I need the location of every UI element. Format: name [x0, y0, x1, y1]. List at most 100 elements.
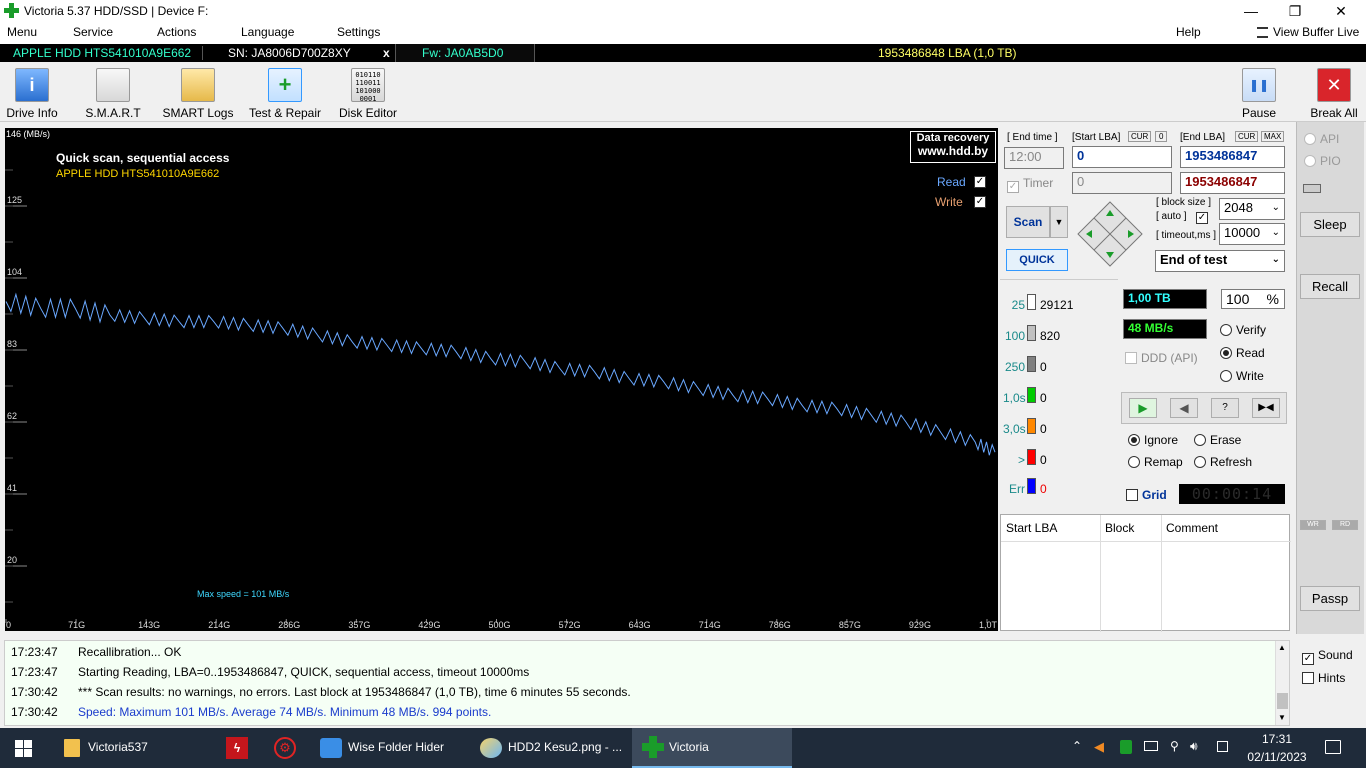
random-seek-icon[interactable]: ? [1211, 398, 1239, 418]
notifications-icon[interactable] [1325, 740, 1341, 754]
start-lba-field[interactable]: 0 [1072, 146, 1172, 168]
input-icon[interactable] [1217, 741, 1228, 752]
scroll-thumb[interactable] [1277, 693, 1288, 709]
menu-settings[interactable]: Settings [337, 25, 380, 39]
play-icon[interactable]: ▶ [1129, 398, 1157, 418]
volume-warning-icon[interactable]: ◀ [1094, 739, 1104, 755]
flash-app-icon[interactable]: ϟ [226, 737, 248, 759]
write-radio[interactable]: Write [1220, 369, 1264, 383]
latency-label: Err [1009, 482, 1025, 496]
log-time: 17:23:47 [11, 645, 58, 659]
timeout-label: [ timeout,ms ] [1156, 230, 1217, 241]
x-tick-label: 214G [208, 620, 230, 630]
refresh-radio[interactable]: Refresh [1194, 455, 1252, 469]
test-repair-button[interactable]: + Test & Repair [247, 68, 323, 120]
security-icon[interactable] [1120, 740, 1132, 754]
scroll-up-icon[interactable]: ▲ [1278, 643, 1286, 652]
scan-dropdown-icon[interactable]: ▼ [1050, 206, 1068, 238]
timer-field[interactable]: 0 [1072, 172, 1172, 194]
direction-pad[interactable] [1076, 200, 1144, 268]
minimize-button[interactable]: — [1228, 0, 1274, 22]
end-max-button[interactable]: MAX [1261, 131, 1285, 142]
remap-radio[interactable]: Remap [1128, 455, 1183, 469]
auto-checkbox[interactable]: ✓ [1196, 212, 1208, 224]
timeout-select[interactable]: 10000 ⌄ [1219, 223, 1285, 245]
menu-language[interactable]: Language [241, 25, 294, 39]
end-time-field[interactable]: 12:00 [1004, 147, 1064, 169]
scroll-down-icon[interactable]: ▼ [1278, 713, 1286, 722]
scan-button[interactable]: Scan [1006, 206, 1050, 238]
latency-count: 0 [1040, 453, 1047, 467]
end-lba-field-2[interactable]: 1953486847 [1180, 172, 1285, 194]
rewind-icon[interactable]: ◀ [1170, 398, 1198, 418]
grid-checkbox[interactable]: Grid [1126, 488, 1167, 502]
close-button[interactable]: ✕ [1318, 0, 1364, 22]
event-log[interactable]: 17:23:47 Recallibration... OK 17:23:47 Star… [4, 640, 1290, 726]
log-message: Starting Reading, LBA=0..1953486847, QUI… [78, 665, 530, 679]
list-icon [1257, 27, 1268, 38]
passp-button[interactable]: Passp [1300, 586, 1360, 611]
menu-menu[interactable]: Menu [7, 25, 37, 39]
erase-radio[interactable]: Erase [1194, 433, 1241, 447]
api-radio[interactable]: API [1304, 132, 1339, 146]
menu-help[interactable]: Help [1176, 25, 1201, 39]
drive-info-button[interactable]: i Drive Info [4, 68, 60, 120]
clock-date[interactable]: 02/11/2023 [1244, 750, 1310, 764]
port-indicator [1303, 184, 1321, 193]
maximize-button[interactable]: ❐ [1272, 0, 1318, 22]
speaker-icon[interactable]: 🔊︎ [1190, 739, 1198, 754]
pause-button[interactable]: ❚❚ Pause [1238, 68, 1280, 120]
start-cur-button[interactable]: CUR [1128, 131, 1152, 142]
taskbar-victoria[interactable]: Victoria [632, 728, 792, 768]
legend-write-checkbox[interactable]: ✓ [974, 196, 986, 208]
start-zero-button[interactable]: 0 [1155, 131, 1168, 142]
network-icon[interactable] [1144, 741, 1158, 751]
latency-label: 3,0s [1003, 422, 1026, 436]
latency-color-icon [1027, 356, 1036, 372]
log-scrollbar[interactable]: ▲ ▼ [1275, 641, 1289, 725]
tray-chevron-up-icon[interactable]: ⌃ [1072, 739, 1082, 753]
sleep-button[interactable]: Sleep [1300, 212, 1360, 237]
windows-start-icon[interactable] [15, 740, 32, 757]
read-radio[interactable]: Read [1220, 346, 1265, 360]
verify-radio[interactable]: Verify [1220, 323, 1266, 337]
timer-checkbox[interactable]: ✓ Timer [1007, 176, 1053, 193]
end-cur-button[interactable]: CUR [1235, 131, 1259, 142]
break-all-button[interactable]: ✕ Break All [1308, 68, 1360, 120]
quick-button[interactable]: QUICK [1006, 249, 1068, 271]
smart-logs-button[interactable]: SMART Logs [162, 68, 234, 120]
y-tick-label: 83 [7, 339, 17, 349]
close-device-icon[interactable]: x [383, 46, 390, 60]
recall-button[interactable]: Recall [1300, 274, 1360, 299]
sound-checkbox[interactable]: ✓ Sound [1302, 648, 1353, 665]
pio-radio[interactable]: PIO [1304, 154, 1341, 168]
smart-button[interactable]: S.M.A.R.T [84, 68, 142, 120]
butterfly-icon[interactable]: ▶◀ [1252, 398, 1280, 418]
end-lba-field[interactable]: 1953486847 [1180, 146, 1285, 168]
taskbar-paint[interactable]: HDD2 Kesu2.png - ... [472, 728, 630, 768]
scan-panel: [ End time ] [Start LBA] CUR 0 [End LBA]… [1000, 128, 1291, 632]
usb-icon[interactable]: ⚲ [1170, 739, 1179, 753]
device-capacity: 1953486848 LBA (1,0 TB) [878, 46, 1017, 60]
ddd-api-checkbox[interactable]: DDD (API) [1125, 351, 1198, 365]
data-recovery-badge[interactable]: Data recovery www.hdd.by [910, 131, 996, 163]
x-tick-label: 1,0T [979, 620, 998, 630]
taskbar-wise-folder-hider[interactable]: Wise Folder Hider [312, 728, 462, 768]
menu-actions[interactable]: Actions [157, 25, 196, 39]
end-action-select[interactable]: End of test ⌄ [1155, 250, 1285, 272]
block-size-select[interactable]: 2048 ⌄ [1219, 198, 1285, 220]
clock-time[interactable]: 17:31 [1250, 732, 1304, 746]
view-buffer-live-button[interactable]: View Buffer Live [1273, 25, 1359, 39]
menu-bar: Menu Service Actions Language Settings H… [0, 22, 1366, 44]
window-title: Victoria 5.37 HDD/SSD | Device F: [24, 4, 209, 18]
legend-read-checkbox[interactable]: ✓ [974, 176, 986, 188]
latency-label: 1,0s [1003, 391, 1026, 405]
ignore-radio[interactable]: Ignore [1128, 433, 1178, 447]
disk-editor-button[interactable]: 010110 110011 101000 0001 Disk Editor [338, 68, 398, 120]
y-tick-label: 41 [7, 483, 17, 493]
latency-color-icon [1027, 478, 1036, 494]
menu-service[interactable]: Service [73, 25, 113, 39]
taskbar-victoria537[interactable]: Victoria537 [55, 728, 205, 768]
hints-checkbox[interactable]: Hints [1302, 671, 1345, 685]
gear-app-icon[interactable]: ⚙ [274, 737, 296, 759]
